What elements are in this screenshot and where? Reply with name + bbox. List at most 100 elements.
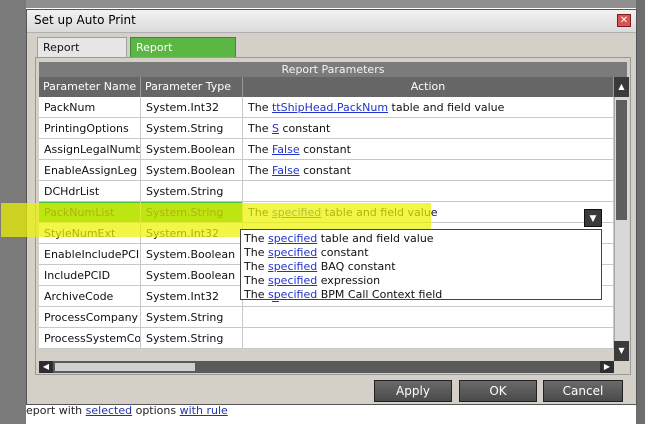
tab-report-options[interactable]: Report Options: [37, 37, 127, 73]
scroll-left-button[interactable]: ◀: [39, 361, 53, 373]
cell-parameter-name[interactable]: PackNum: [39, 97, 141, 118]
cell-parameter-name[interactable]: ArchiveCode: [39, 286, 141, 307]
background-link-selected[interactable]: selected: [86, 404, 132, 417]
action-text: constant: [299, 143, 351, 156]
action-text: constant: [299, 164, 351, 177]
cell-parameter-name[interactable]: EnableAssignLeg: [39, 160, 141, 181]
dropdown-item-link: specified: [267, 274, 318, 287]
chevron-down-icon: ▼: [589, 214, 597, 224]
table-row[interactable]: DCHdrList System.String: [39, 181, 614, 202]
column-header-parameter-type[interactable]: Parameter Type: [141, 77, 243, 97]
dropdown-item-text: expression: [317, 274, 381, 287]
action-link[interactable]: False: [272, 164, 300, 177]
dropdown-item-link: specified: [267, 288, 318, 301]
background-app-right: [636, 0, 645, 424]
cell-action[interactable]: The S constant: [243, 118, 614, 139]
dropdown-item-text: BPM Call Context field: [317, 288, 443, 301]
cell-action[interactable]: [243, 328, 614, 349]
apply-button[interactable]: Apply: [374, 380, 452, 402]
dropdown-item-text: constant: [317, 246, 369, 259]
table-row[interactable]: AssignLegalNumb System.Boolean The False c…: [39, 139, 614, 160]
cell-action[interactable]: The ttShipHead.PackNum table and field v…: [243, 97, 614, 118]
action-text: constant: [278, 122, 331, 135]
background-text-mid: options: [132, 404, 180, 417]
dropdown-item-link: specified: [267, 260, 318, 273]
close-icon: ✕: [619, 15, 629, 26]
dropdown-item-text: table and field value: [317, 232, 434, 245]
column-header-parameter-name[interactable]: Parameter Name: [39, 77, 141, 97]
cell-parameter-name[interactable]: ProcessSystemCo: [39, 328, 141, 349]
scroll-right-button[interactable]: ▶: [600, 361, 614, 373]
dropdown-item-constant[interactable]: The specified constant: [244, 246, 369, 260]
dropdown-item-text: BAQ constant: [317, 260, 396, 273]
dropdown-item-link: specified: [267, 246, 318, 259]
window-title: Set up Auto Print: [34, 13, 136, 27]
background-text-start: eport with: [26, 404, 86, 417]
background-rule-text: eport with selected options with rule: [26, 404, 626, 424]
cell-parameter-name[interactable]: AssignLegalNumb: [39, 139, 141, 160]
dropdown-item-baq-constant[interactable]: The specified BAQ constant: [244, 260, 396, 274]
column-header-action[interactable]: Action: [243, 77, 614, 97]
dropdown-item-table-field[interactable]: The specified table and field value: [244, 232, 434, 246]
horizontal-scroll-thumb[interactable]: [55, 363, 195, 371]
cell-parameter-name[interactable]: DCHdrList: [39, 181, 141, 202]
dropdown-item-text: The: [244, 232, 268, 245]
cell-parameter-type[interactable]: System.String: [141, 307, 243, 328]
cell-action[interactable]: The False constant: [243, 160, 614, 181]
dropdown-item-bpm-context[interactable]: The specified BPM Call Context field: [244, 288, 442, 302]
arrow-down-icon: ▼: [618, 346, 625, 355]
cell-action[interactable]: The False constant: [243, 139, 614, 160]
cell-parameter-type[interactable]: System.String: [141, 118, 243, 139]
dropdown-item-text: The: [244, 246, 268, 259]
table-row[interactable]: ProcessCompany System.String: [39, 307, 614, 328]
ok-button[interactable]: OK: [459, 380, 537, 402]
dropdown-item-expression[interactable]: The specified expression: [244, 274, 380, 288]
action-link[interactable]: ttShipHead.PackNum: [272, 101, 388, 114]
cell-parameter-name[interactable]: EnableIncludePCI: [39, 244, 141, 265]
table-row[interactable]: ProcessSystemCo System.String: [39, 328, 614, 349]
cell-parameter-name[interactable]: ProcessCompany: [39, 307, 141, 328]
auto-print-dialog: Set up Auto Print ✕ Report Options Repor…: [1, 9, 637, 405]
cell-parameter-type[interactable]: System.String: [141, 181, 243, 202]
cell-parameter-type[interactable]: System.String: [141, 328, 243, 349]
background-link-rule[interactable]: with rule: [180, 404, 228, 417]
dropdown-item-text: The: [244, 260, 268, 273]
background-app-top: [26, 0, 645, 8]
action-text: The: [248, 101, 272, 114]
vertical-scroll-thumb[interactable]: [616, 100, 627, 220]
cancel-button[interactable]: Cancel: [543, 380, 623, 402]
table-row[interactable]: PrintingOptions System.String The S consta…: [39, 118, 614, 139]
action-text: The: [248, 164, 272, 177]
action-combo-dropdown-button[interactable]: ▼: [584, 209, 602, 227]
action-link[interactable]: S: [272, 122, 279, 135]
dropdown-item-link: specified: [267, 232, 318, 245]
action-text: The: [248, 143, 272, 156]
table-row[interactable]: EnableAssignLeg System.Boolean The False c…: [39, 160, 614, 181]
cell-parameter-type[interactable]: System.Boolean: [141, 139, 243, 160]
action-text: table and field value: [388, 101, 505, 114]
action-text: The: [248, 122, 272, 135]
title-bar[interactable]: Set up Auto Print ✕: [27, 10, 636, 33]
scroll-up-button[interactable]: ▲: [614, 77, 629, 97]
cell-parameter-type[interactable]: System.Boolean: [141, 265, 243, 286]
arrow-left-icon: ◀: [42, 362, 50, 371]
cell-parameter-type[interactable]: System.Int32: [141, 97, 243, 118]
table-row[interactable]: PackNum System.Int32 The ttShipHead.PackNu…: [39, 97, 614, 118]
tab-report-parameters[interactable]: Report Parameters: [130, 37, 236, 73]
dropdown-item-text: The: [244, 274, 268, 287]
action-link[interactable]: False: [272, 143, 300, 156]
cell-parameter-type[interactable]: System.Boolean: [141, 244, 243, 265]
scroll-down-button[interactable]: ▼: [614, 341, 629, 361]
cell-parameter-type[interactable]: System.Int32: [141, 286, 243, 307]
grid-title: Report Parameters: [39, 62, 627, 77]
action-dropdown-list: The specified table and field value The …: [240, 229, 602, 302]
close-button[interactable]: ✕: [617, 14, 631, 27]
cell-action[interactable]: [243, 307, 614, 328]
cell-parameter-type[interactable]: System.Boolean: [141, 160, 243, 181]
dropdown-item-text: The: [244, 288, 268, 301]
cell-parameter-name[interactable]: IncludePCID: [39, 265, 141, 286]
cell-parameter-name[interactable]: PrintingOptions: [39, 118, 141, 139]
cell-action[interactable]: [243, 181, 614, 202]
arrow-up-icon: ▲: [618, 82, 625, 91]
arrow-right-icon: ▶: [603, 362, 611, 371]
